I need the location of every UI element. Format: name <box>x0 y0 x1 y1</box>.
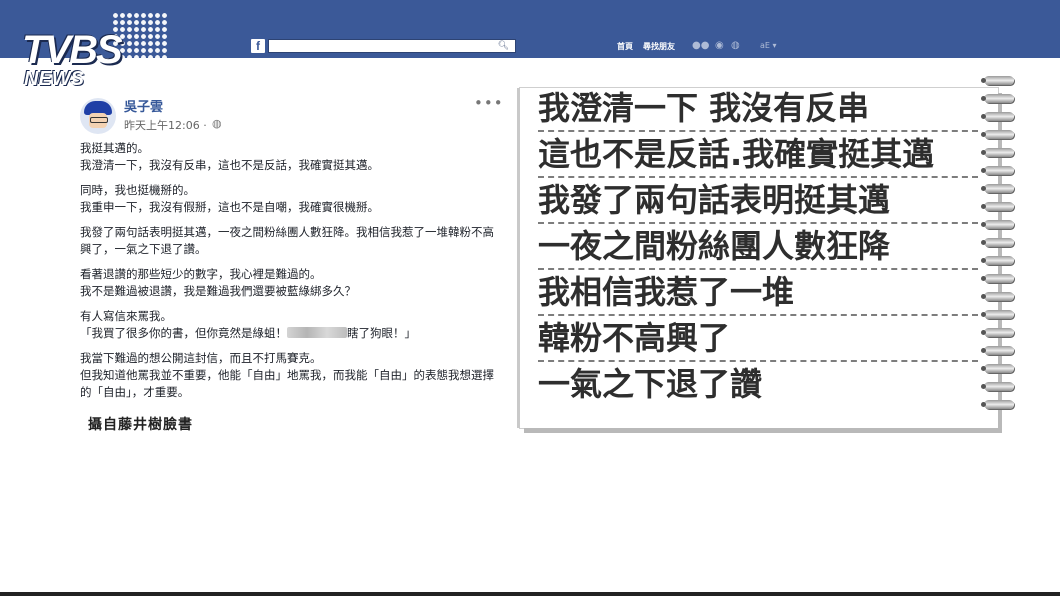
spiral-ring <box>981 238 1014 247</box>
post-line: 同時，我也挺機掰的。 <box>80 183 195 197</box>
post-timestamp[interactable]: 昨天上午12:06 · <box>124 117 207 133</box>
post-line: 我當下難過的想公開這封信，而且不打馬賽克。 <box>80 351 322 365</box>
avatar[interactable] <box>80 98 116 134</box>
spiral-ring <box>981 112 1014 121</box>
notebook-line: 韓粉不高興了 <box>538 318 978 362</box>
messages-icon[interactable]: ◉ <box>715 40 724 52</box>
spiral-ring <box>981 328 1014 337</box>
spiral-ring <box>981 346 1014 355</box>
post-line: 我不是難過被退讚，我是難過我們還要被藍綠綁多久？ <box>80 284 356 298</box>
spiral-ring <box>981 256 1014 265</box>
account-label: aE <box>760 41 770 50</box>
spiral-ring <box>981 220 1014 229</box>
image-credit-caption: 攝自藤井樹臉書 <box>88 417 193 433</box>
quote-end: 瞎了狗眼！」 <box>347 326 416 340</box>
public-globe-icon: ◍ <box>212 117 222 130</box>
post-line: 我澄清一下，我沒有反串，這也不是反話，我確實挺其邁。 <box>80 158 379 172</box>
notebook-line: 一氣之下退了讚 <box>538 365 763 403</box>
spiral-ring <box>981 364 1014 373</box>
spiral-ring <box>981 166 1014 175</box>
logo-news-text: NEWS <box>24 68 84 90</box>
post-paragraph: 我當下難過的想公開這封信，而且不打馬賽克。 但我知道他罵我並不重要，他能「自由」… <box>80 350 500 401</box>
notifications-globe-icon[interactable]: ◍ <box>731 40 740 52</box>
search-input[interactable]: 🔍︎ <box>268 39 516 53</box>
friend-requests-icon[interactable]: ●● <box>692 40 709 52</box>
notebook-spiral-binding <box>981 76 1024 416</box>
avatar-glasses <box>90 117 108 123</box>
spiral-ring <box>981 76 1014 85</box>
spiral-ring <box>981 184 1014 193</box>
post-paragraph: 我挺其邁的。 我澄清一下，我沒有反串，這也不是反話，我確實挺其邁。 <box>80 140 500 174</box>
spiral-ring <box>981 94 1014 103</box>
nav-find-friends-link[interactable]: 尋找朋友 <box>643 41 675 52</box>
notebook-line: 這也不是反話.我確實挺其邁 <box>538 134 978 178</box>
post-line: 有人寫信來罵我。 <box>80 309 172 323</box>
notebook-line: 我相信我惹了一堆 <box>538 272 978 316</box>
notebook-summary-card: 我澄清一下 我沒有反串 這也不是反話.我確實挺其邁 我發了兩句話表明挺其邁 一夜… <box>520 88 998 428</box>
spiral-ring <box>981 292 1014 301</box>
tvbs-news-logo: TVBS NEWS <box>14 10 174 96</box>
logo-tvbs-text: TVBS <box>22 28 123 72</box>
bottom-border <box>0 592 1060 596</box>
post-author-name[interactable]: 吳子雲 <box>124 96 163 115</box>
facebook-logo-icon[interactable]: f <box>251 39 265 53</box>
post-line: 我重申一下，我沒有假掰，這也不是自嘲，我確實很機掰。 <box>80 200 379 214</box>
post-line: 我挺其邁的。 <box>80 141 149 155</box>
spiral-ring <box>981 202 1014 211</box>
spiral-ring <box>981 400 1014 409</box>
post-paragraph: 同時，我也挺機掰的。 我重申一下，我沒有假掰，這也不是自嘲，我確實很機掰。 <box>80 182 500 216</box>
spiral-ring <box>981 310 1014 319</box>
spiral-ring <box>981 130 1014 139</box>
more-options-icon[interactable]: ••• <box>474 94 504 112</box>
spiral-ring <box>981 148 1014 157</box>
notebook-line: 我發了兩句話表明挺其邁 <box>538 180 978 224</box>
quote-start: 「我買了很多你的書，但你竟然是綠蛆！ <box>80 326 287 340</box>
post-line: 我發了兩句話表明挺其邁，一夜之間粉絲團人數狂降。我相信我惹了一堆韓粉不高興了，一… <box>80 225 494 256</box>
notebook-line: 一夜之間粉絲團人數狂降 <box>538 226 978 270</box>
post-line: 但我知道他罵我並不重要，他能「自由」地罵我，而我能「自由」的表態我想選擇的「自由… <box>80 368 494 399</box>
search-icon[interactable]: 🔍︎ <box>498 41 509 51</box>
spiral-ring <box>981 382 1014 391</box>
post-paragraph: 我發了兩句話表明挺其邁，一夜之間粉絲團人數狂降。我相信我惹了一堆韓粉不高興了，一… <box>80 224 500 258</box>
post-paragraph: 有人寫信來罵我。 「我買了很多你的書，但你竟然是綠蛆！ 瞎了狗眼！」 <box>80 308 500 342</box>
censored-blur <box>287 327 347 338</box>
notebook-line: 我澄清一下 我沒有反串 <box>538 88 978 132</box>
post-line: 看著退讚的那些短少的數字，我心裡是難過的。 <box>80 267 322 281</box>
spiral-ring <box>981 274 1014 283</box>
post-paragraph: 看著退讚的那些短少的數字，我心裡是難過的。 我不是難過被退讚，我是難過我們還要被… <box>80 266 500 300</box>
post-body: 我挺其邁的。 我澄清一下，我沒有反串，這也不是反話，我確實挺其邁。 同時，我也挺… <box>80 140 500 409</box>
nav-home-link[interactable]: 首頁 <box>617 41 633 52</box>
account-menu[interactable]: aE ▾ <box>760 40 777 52</box>
